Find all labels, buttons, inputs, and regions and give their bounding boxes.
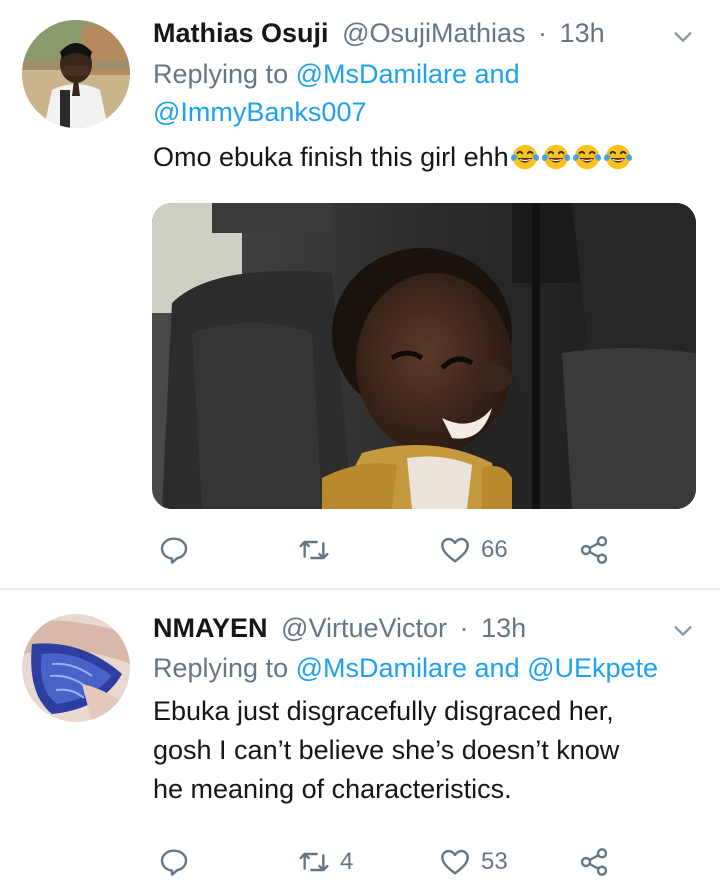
- user-handle[interactable]: @OsujiMathias: [342, 18, 525, 48]
- retweet-button[interactable]: 4: [298, 842, 353, 882]
- separator-dot: ·: [459, 613, 469, 643]
- like-count: 53: [481, 848, 508, 875]
- tweet-text-content: Omo ebuka finish this girl ehh: [153, 142, 509, 172]
- face-with-tears-of-joy-emoji-icon: [541, 144, 570, 170]
- tweet-2[interactable]: NMAYEN @VirtueVictor · 13h Replying to @…: [0, 590, 720, 889]
- timestamp: 13h: [481, 613, 527, 643]
- tweet-actions: 4 53: [0, 842, 720, 882]
- face-with-tears-of-joy-emoji-icon: [510, 144, 539, 170]
- reply-icon: [160, 849, 188, 876]
- display-name[interactable]: Mathias Osuji: [153, 18, 329, 48]
- chevron-down-icon[interactable]: [672, 26, 694, 48]
- tweet-1[interactable]: Mathias Osuji @OsujiMathias · 13h Replyi…: [0, 0, 720, 588]
- face-with-tears-of-joy-emoji-icon: [603, 144, 632, 170]
- tweet-text-line: he meaning of characteristics.: [153, 774, 512, 804]
- mention-link[interactable]: @MsDamilare and: [296, 59, 520, 89]
- reply-button[interactable]: [158, 842, 200, 882]
- retweet-count: 4: [340, 848, 354, 875]
- like-button[interactable]: 66: [439, 530, 508, 570]
- retweet-icon: [299, 540, 329, 560]
- share-icon: [580, 848, 608, 876]
- tweet-text-line: gosh I can’t believe she’s doesn’t know: [153, 735, 620, 765]
- tweet-text-line: Ebuka just disgracefully disgraced her,: [153, 696, 614, 726]
- replying-to-label: Replying to: [153, 653, 289, 683]
- avatar[interactable]: [22, 614, 130, 722]
- emoji-group: [509, 142, 633, 172]
- retweet-icon: [299, 852, 329, 872]
- share-button[interactable]: [578, 842, 610, 882]
- separator-dot: ·: [538, 18, 548, 48]
- share-icon: [580, 536, 608, 564]
- face-with-tears-of-joy-emoji-icon: [572, 144, 601, 170]
- replying-to: Replying to @MsDamilare and @UEkpete: [153, 649, 658, 687]
- mention-link[interactable]: @MsDamilare and @UEkpete: [296, 653, 658, 683]
- share-button[interactable]: [578, 530, 610, 570]
- like-count: 66: [481, 536, 508, 563]
- user-handle[interactable]: @VirtueVictor: [281, 613, 447, 643]
- retweet-button[interactable]: [298, 530, 340, 570]
- tweet-text: Omo ebuka finish this girl ehh: [153, 138, 633, 177]
- replying-to-label: Replying to: [153, 59, 289, 89]
- timestamp: 13h: [559, 18, 605, 48]
- like-button[interactable]: 53: [439, 842, 508, 882]
- heart-icon: [441, 537, 469, 563]
- mention-link[interactable]: @ImmyBanks007: [153, 97, 366, 127]
- replying-to: Replying to @MsDamilare and @ImmyBanks00…: [153, 55, 520, 131]
- reply-button[interactable]: [158, 530, 200, 570]
- reply-icon: [160, 537, 188, 564]
- tweet-actions: 66: [0, 530, 720, 570]
- chevron-down-icon[interactable]: [672, 620, 694, 642]
- avatar[interactable]: [22, 20, 130, 128]
- heart-icon: [441, 849, 469, 875]
- tweet-text: Ebuka just disgracefully disgraced her, …: [153, 692, 619, 809]
- tweet-media-image[interactable]: [152, 203, 696, 509]
- display-name[interactable]: NMAYEN: [153, 613, 268, 643]
